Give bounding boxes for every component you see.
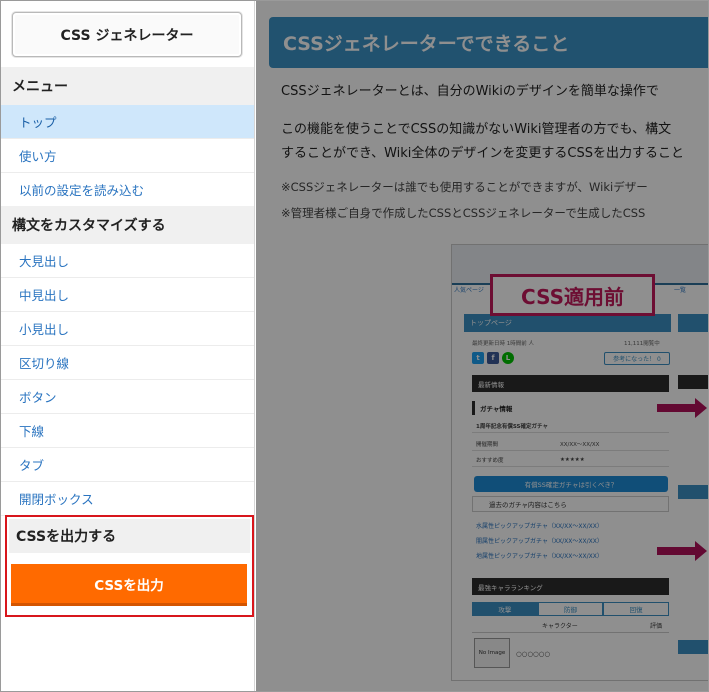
- sidebar-item-divider[interactable]: 区切り線: [1, 346, 254, 380]
- css-generator-title-button[interactable]: CSS ジェネレーター: [12, 12, 242, 57]
- sidebar-item-large-heading[interactable]: 大見出し: [1, 244, 254, 278]
- sidebar-item-button[interactable]: ボタン: [1, 380, 254, 414]
- sidebar-item-tab[interactable]: タブ: [1, 448, 254, 482]
- sidebar-item-collapsible-box[interactable]: 開閉ボックス: [1, 482, 254, 516]
- sidebar-item-load-settings[interactable]: 以前の設定を読み込む: [1, 173, 254, 207]
- sidebar-item-top[interactable]: トップ: [1, 105, 254, 139]
- window-frame: CSS ジェネレーター メニュー トップ 使い方 以前の設定を読み込む 構文をカ…: [0, 0, 709, 692]
- main-content: CSSジェネレーターでできること CSSジェネレーターとは、自分のWikiのデザ…: [256, 1, 708, 691]
- menu-heading: メニュー: [1, 67, 254, 105]
- css-output-highlight-box: CSSを出力する CSSを出力: [5, 515, 254, 617]
- sidebar: CSS ジェネレーター メニュー トップ 使い方 以前の設定を読み込む 構文をカ…: [1, 1, 255, 691]
- css-output-heading: CSSを出力する: [9, 519, 250, 553]
- sidebar-item-medium-heading[interactable]: 中見出し: [1, 278, 254, 312]
- sidebar-item-underline[interactable]: 下線: [1, 414, 254, 448]
- dim-overlay: [256, 1, 708, 691]
- sidebar-item-small-heading[interactable]: 小見出し: [1, 312, 254, 346]
- css-output-button[interactable]: CSSを出力: [11, 564, 247, 606]
- customize-heading: 構文をカスタマイズする: [1, 206, 254, 244]
- sidebar-item-usage[interactable]: 使い方: [1, 139, 254, 173]
